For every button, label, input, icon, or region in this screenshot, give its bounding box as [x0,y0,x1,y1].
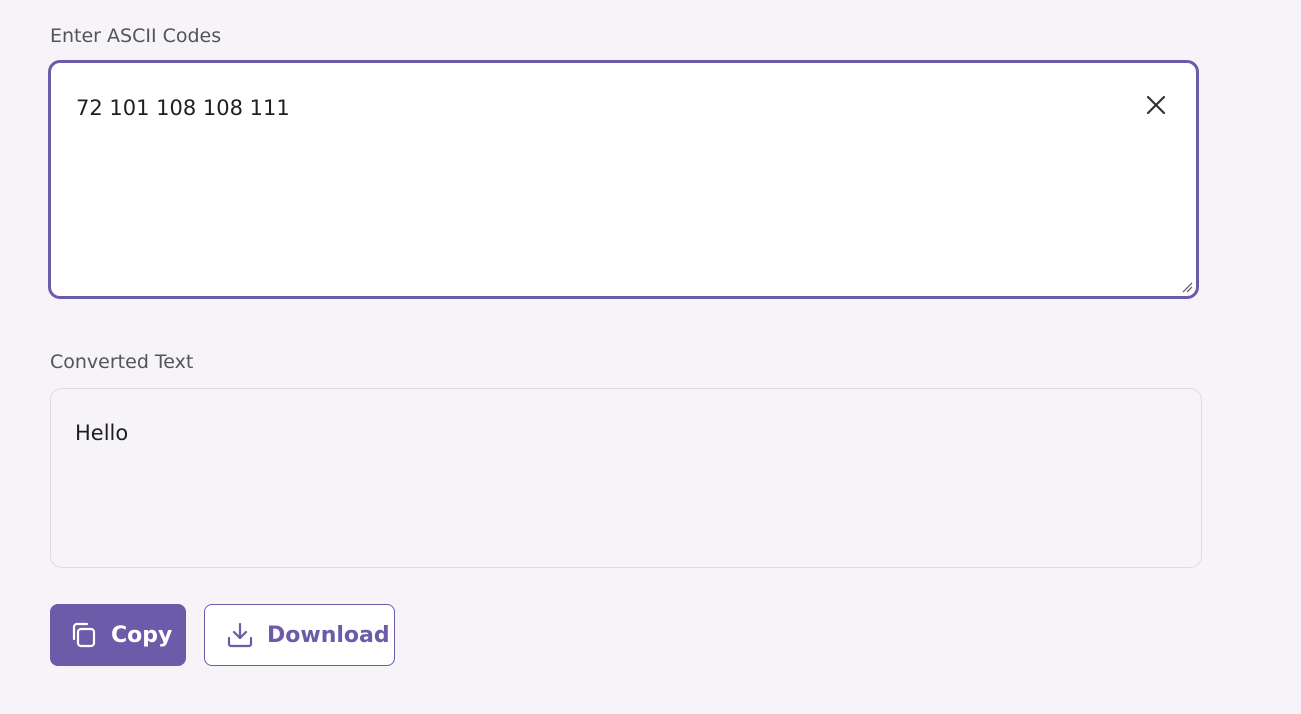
clear-button[interactable] [1142,91,1170,119]
converted-text-value: Hello [75,421,129,445]
input-label: Enter ASCII Codes [50,25,222,47]
ascii-converter: Enter ASCII Codes 72 101 108 108 111 Con… [0,0,1301,714]
converted-text-output: Hello [50,388,1202,568]
resize-handle-icon[interactable] [1181,281,1193,293]
copy-button-label: Copy [111,622,173,648]
download-icon [225,620,255,650]
output-label: Converted Text [50,351,194,373]
close-icon[interactable] [1145,94,1167,116]
ascii-codes-input[interactable]: 72 101 108 108 111 [48,60,1199,299]
copy-button[interactable]: Copy [50,604,186,666]
download-button-label: Download [267,622,390,648]
download-button[interactable]: Download [204,604,395,666]
ascii-codes-value[interactable]: 72 101 108 108 111 [76,94,290,122]
copy-icon [69,620,99,650]
